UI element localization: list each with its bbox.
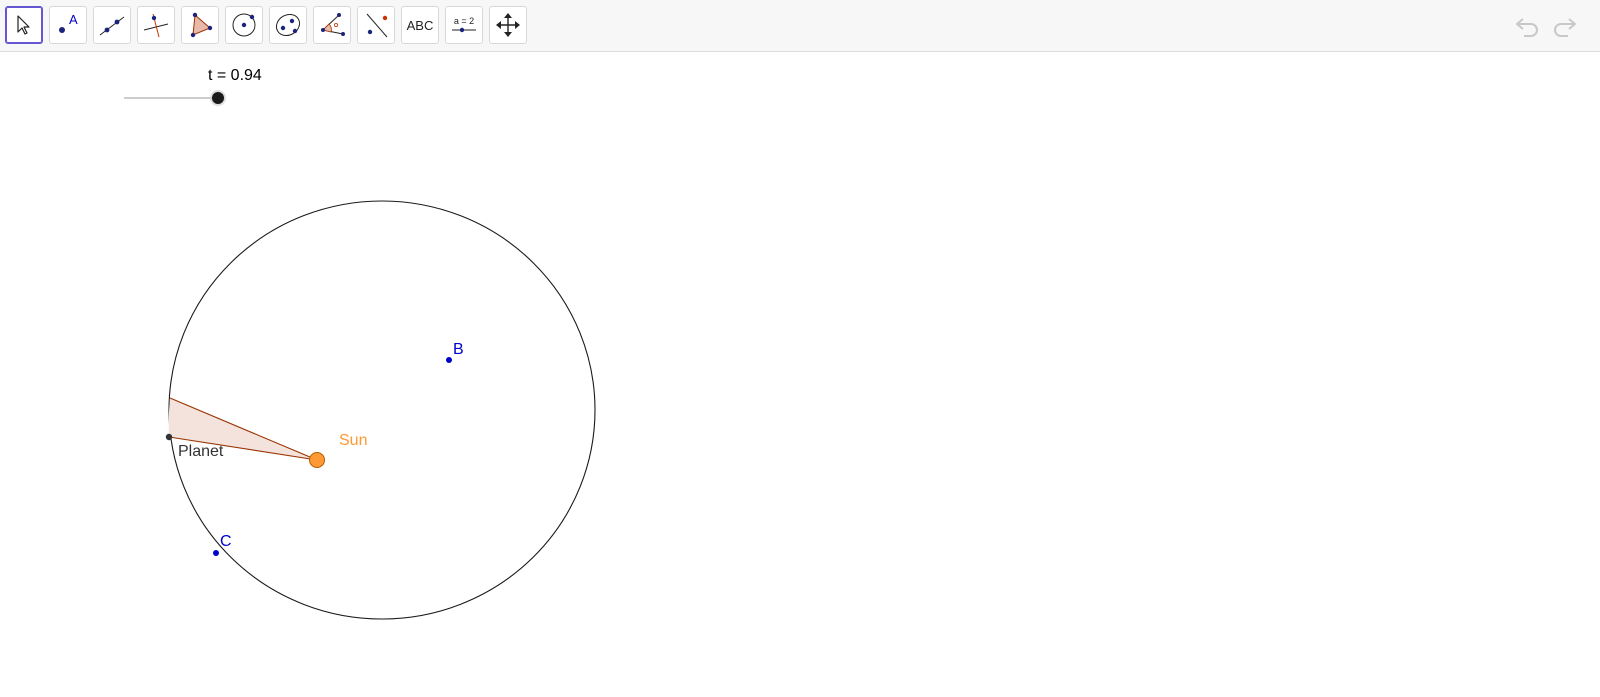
redo-button[interactable]: [1549, 12, 1579, 40]
move-tool-button[interactable]: [5, 6, 43, 44]
undo-button[interactable]: [1513, 12, 1543, 40]
redo-icon: [1554, 18, 1576, 37]
polygon-icon: [190, 12, 213, 38]
sun-point[interactable]: [309, 452, 325, 468]
planet-label: Planet: [178, 443, 224, 460]
circle-center-point-icon: [232, 13, 256, 37]
slider-tool-label: a = 2: [453, 16, 475, 26]
undo-icon: [1516, 18, 1538, 37]
graphics-view[interactable]: B C Planet Sun: [0, 53, 1600, 697]
point-c[interactable]: [213, 550, 219, 556]
circle-tool-button[interactable]: [225, 6, 263, 44]
conic-tool-button[interactable]: [269, 6, 307, 44]
text-tool-label: ABC: [406, 17, 434, 33]
angle-tool-button[interactable]: [313, 6, 351, 44]
planet-point[interactable]: [165, 433, 173, 441]
slider-knob[interactable]: [212, 92, 224, 104]
move-graphics-view-tool-button[interactable]: [489, 6, 527, 44]
text-tool-button[interactable]: ABC: [401, 6, 439, 44]
reflect-tool-button[interactable]: [357, 6, 395, 44]
ellipse-icon: [275, 13, 301, 37]
point-tool-label: A: [69, 12, 78, 27]
perpendicular-line-tool-button[interactable]: [137, 6, 175, 44]
polygon-tool-button[interactable]: [181, 6, 219, 44]
slider-t[interactable]: [124, 90, 226, 106]
orbit-ellipse[interactable]: [168, 200, 596, 620]
slider-icon: [452, 27, 476, 33]
point-b[interactable]: [446, 357, 452, 363]
sun-label: Sun: [339, 432, 367, 449]
toolbar: A ABC a = 2: [0, 0, 1600, 52]
point-tool-button[interactable]: A: [49, 6, 87, 44]
cursor-arrow-icon: [17, 15, 30, 35]
angle-icon: [321, 13, 345, 36]
perpendicular-line-icon: [143, 13, 169, 38]
point-c-label: C: [220, 533, 232, 550]
line-tool-button[interactable]: [93, 6, 131, 44]
line-through-points-icon: [99, 16, 125, 36]
point-b-label: B: [453, 341, 464, 358]
move-arrows-icon: [496, 13, 520, 37]
slider-tool-button[interactable]: a = 2: [445, 6, 483, 44]
reflect-about-line-icon: [366, 13, 388, 38]
point-icon: A: [59, 12, 78, 33]
